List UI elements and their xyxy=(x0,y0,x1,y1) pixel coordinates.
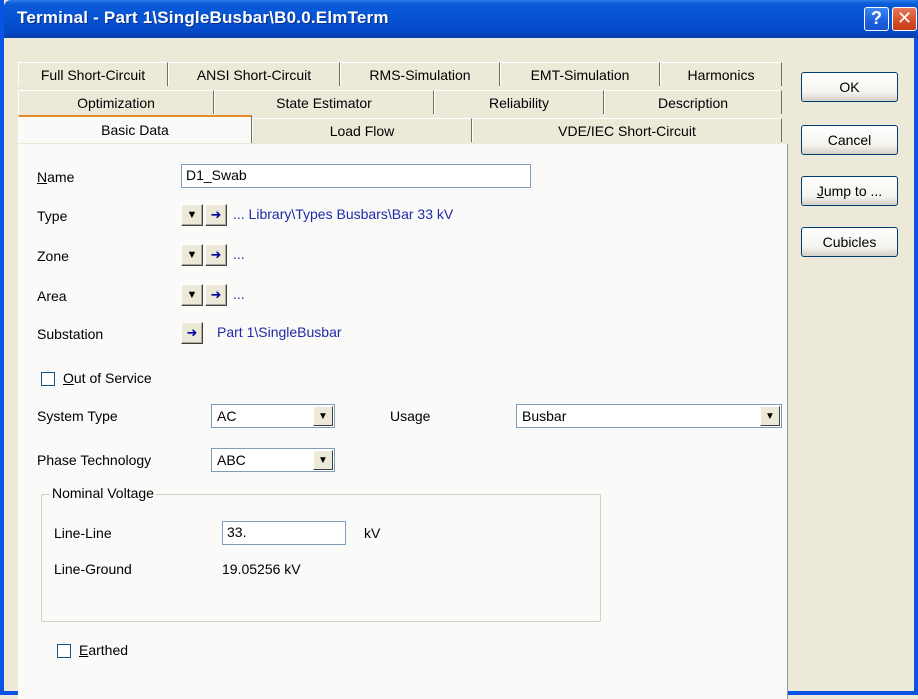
tab-harmonics[interactable]: Harmonics xyxy=(660,62,782,86)
window-title: Terminal - Part 1\SingleBusbar\B0.0.ElmT… xyxy=(17,8,389,27)
chevron-down-icon[interactable]: ▼ xyxy=(760,406,780,426)
cancel-button[interactable]: Cancel xyxy=(801,125,898,155)
type-link[interactable]: ... Library\Types Busbars\Bar 33 kV xyxy=(233,206,453,222)
substation-link[interactable]: Part 1\SingleBusbar xyxy=(217,324,342,340)
arrow-right-icon: ➜ xyxy=(210,207,222,222)
line-ground-label: Line-Ground xyxy=(54,561,132,577)
basic-data-panel: Name D1_Swab Type ▼ ➜ ... Library\Types … xyxy=(18,144,788,699)
arrow-right-icon: ➜ xyxy=(186,325,198,340)
tab-load-flow[interactable]: Load Flow xyxy=(252,118,472,142)
title-bar[interactable]: Terminal - Part 1\SingleBusbar\B0.0.ElmT… xyxy=(4,0,918,38)
out-of-service-checkbox[interactable] xyxy=(41,372,55,386)
phase-technology-label: Phase Technology xyxy=(37,452,152,468)
tab-row-2: Optimization State Estimator Reliability… xyxy=(18,90,782,114)
help-icon: ? xyxy=(871,8,882,28)
tab-full-short-circuit[interactable]: Full Short-Circuit xyxy=(18,62,168,86)
close-button[interactable]: ✕ xyxy=(892,7,917,31)
arrow-right-icon: ➜ xyxy=(210,287,222,302)
phase-technology-value: ABC xyxy=(217,452,246,468)
nominal-voltage-group: Nominal Voltage Line-Line 33. kV Line-Gr… xyxy=(41,485,601,622)
zone-link[interactable]: ... xyxy=(233,246,245,262)
line-ground-value: 19.05256 kV xyxy=(222,561,301,577)
dropdown-icon: ▼ xyxy=(186,289,198,301)
tab-emt-simulation[interactable]: EMT-Simulation xyxy=(500,62,660,86)
nominal-voltage-title: Nominal Voltage xyxy=(50,485,156,501)
earthed-label: Earthed xyxy=(79,642,129,658)
help-button[interactable]: ? xyxy=(864,7,889,31)
dropdown-icon: ▼ xyxy=(186,209,198,221)
system-type-label: System Type xyxy=(37,408,118,424)
tab-reliability[interactable]: Reliability xyxy=(434,90,604,114)
tab-ansi-short-circuit[interactable]: ANSI Short-Circuit xyxy=(168,62,340,86)
cubicles-button[interactable]: Cubicles xyxy=(801,227,898,257)
arrow-right-icon: ➜ xyxy=(210,247,222,262)
tab-rms-simulation[interactable]: RMS-Simulation xyxy=(340,62,500,86)
dropdown-icon: ▼ xyxy=(186,249,198,261)
usage-select[interactable]: Busbar ▼ xyxy=(516,404,782,428)
ok-button[interactable]: OK xyxy=(801,72,898,102)
close-icon: ✕ xyxy=(896,8,913,28)
area-jump-button[interactable]: ➜ xyxy=(205,284,227,306)
tab-description[interactable]: Description xyxy=(604,90,782,114)
earthed-checkbox[interactable] xyxy=(57,644,71,658)
line-line-label: Line-Line xyxy=(54,525,112,541)
type-label: Type xyxy=(37,208,68,224)
usage-label: Usage xyxy=(390,408,431,424)
tab-row-3: Basic Data Load Flow VDE/IEC Short-Circu… xyxy=(18,115,782,143)
area-link[interactable]: ... xyxy=(233,286,245,302)
chevron-down-icon[interactable]: ▼ xyxy=(313,406,333,426)
type-select-button[interactable]: ▼ xyxy=(181,204,203,226)
jump-to-button[interactable]: Jump to ... xyxy=(801,176,898,206)
tab-state-estimator[interactable]: State Estimator xyxy=(214,90,434,114)
zone-jump-button[interactable]: ➜ xyxy=(205,244,227,266)
area-label: Area xyxy=(37,288,67,304)
usage-value: Busbar xyxy=(522,408,567,424)
line-line-input[interactable]: 33. xyxy=(222,521,346,545)
tab-basic-data[interactable]: Basic Data xyxy=(18,115,252,143)
zone-select-button[interactable]: ▼ xyxy=(181,244,203,266)
tab-optimization[interactable]: Optimization xyxy=(18,90,214,114)
system-type-select[interactable]: AC ▼ xyxy=(211,404,335,428)
substation-jump-button[interactable]: ➜ xyxy=(181,322,203,344)
chevron-down-icon[interactable]: ▼ xyxy=(313,450,333,470)
zone-label: Zone xyxy=(37,248,69,264)
dialog-window: Terminal - Part 1\SingleBusbar\B0.0.ElmT… xyxy=(0,0,918,699)
out-of-service-label: Out of Service xyxy=(63,370,152,386)
name-input[interactable]: D1_Swab xyxy=(181,164,531,188)
tab-vde-iec-short-circuit[interactable]: VDE/IEC Short-Circuit xyxy=(472,118,782,142)
system-type-value: AC xyxy=(217,408,237,424)
area-select-button[interactable]: ▼ xyxy=(181,284,203,306)
tab-row-1: Full Short-Circuit ANSI Short-Circuit RM… xyxy=(18,62,782,86)
phase-technology-select[interactable]: ABC ▼ xyxy=(211,448,335,472)
substation-label: Substation xyxy=(37,326,104,342)
type-jump-button[interactable]: ➜ xyxy=(205,204,227,226)
line-line-unit: kV xyxy=(364,525,381,541)
name-label: Name xyxy=(37,169,75,185)
